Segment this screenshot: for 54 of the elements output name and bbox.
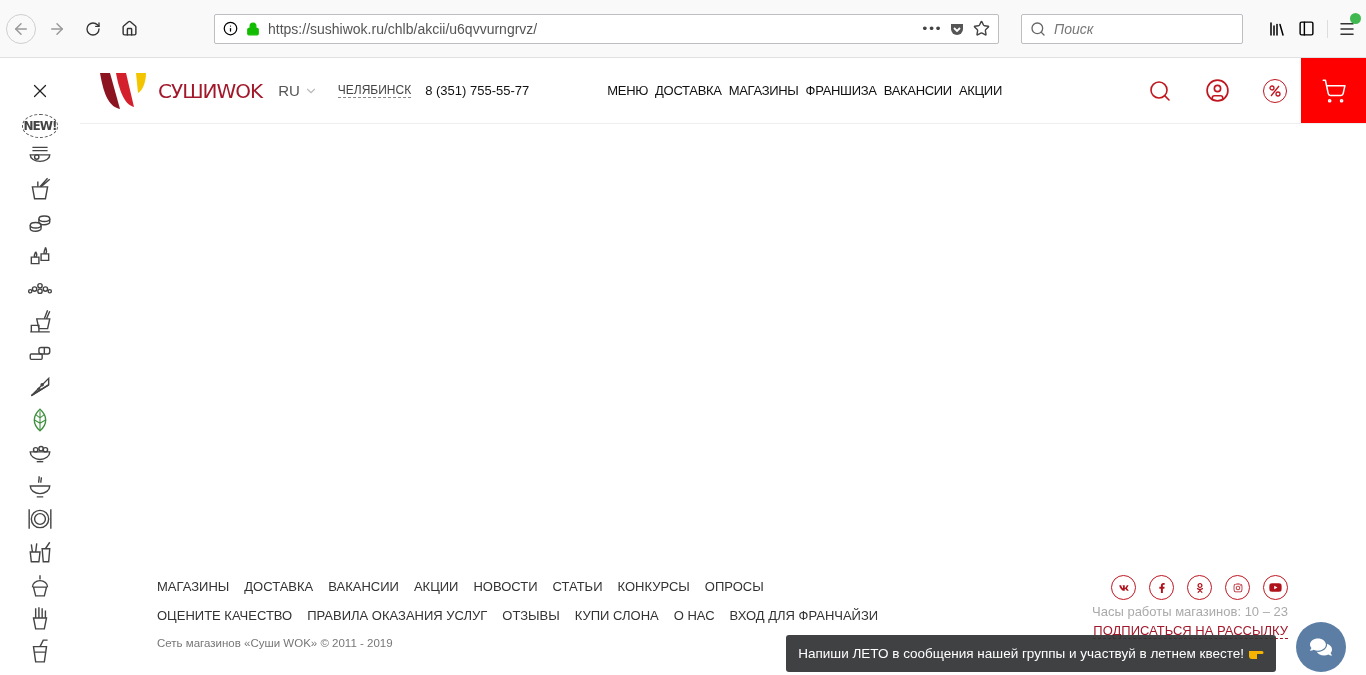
cart-icon[interactable] xyxy=(1320,77,1347,104)
footer-link[interactable]: О НАС xyxy=(673,608,715,623)
address-bar[interactable]: https://sushiwok.ru/chlb/akcii/u6qvvurngrvz/ ••• xyxy=(214,13,999,44)
footer-link[interactable]: АКЦИИ xyxy=(413,579,459,594)
facebook-icon[interactable] xyxy=(1156,582,1167,593)
footer-link[interactable]: НОВОСТИ xyxy=(473,579,538,594)
chat-button[interactable] xyxy=(1296,622,1346,672)
plate-cutlery-icon[interactable] xyxy=(27,506,53,532)
reload-icon[interactable] xyxy=(85,20,101,37)
copyright-text: Сеть магазинов «Суши WOK» © 2011 - 2019 xyxy=(157,637,393,649)
youtube-icon[interactable] xyxy=(1269,581,1282,594)
sidebar-icon[interactable] xyxy=(1298,20,1315,37)
search-button[interactable] xyxy=(1148,78,1172,103)
update-badge xyxy=(1350,12,1361,24)
chat-icon[interactable] xyxy=(1310,636,1332,658)
nav-link[interactable]: ВАКАНСИИ xyxy=(883,83,952,98)
bookmark-star-icon[interactable] xyxy=(973,20,990,37)
wok-set-icon[interactable] xyxy=(27,308,53,334)
soup-bowl-icon[interactable] xyxy=(27,473,53,499)
library-icon[interactable] xyxy=(1268,19,1286,38)
footer-link[interactable]: ДОСТАВКА xyxy=(244,579,314,594)
footer-link[interactable]: ВАКАНСИИ xyxy=(328,579,399,594)
footer-link[interactable]: МАГАЗИНЫ xyxy=(157,579,230,594)
footer-link[interactable]: КУПИ СЛОНА xyxy=(574,608,659,623)
city-link[interactable]: ЧЕЛЯБИНСК xyxy=(337,83,412,98)
footer-link[interactable]: СТАТЬИ xyxy=(552,579,603,594)
instagram-icon[interactable] xyxy=(1232,582,1243,593)
percent-icon[interactable] xyxy=(1268,83,1282,98)
footer-link[interactable]: ОПРОСЫ xyxy=(704,579,764,594)
lock-icon xyxy=(246,21,260,36)
opening-hours: Часы работы магазинов: 10 – 23 xyxy=(1092,604,1288,619)
footer-link[interactable]: КОНКУРСЫ xyxy=(617,579,690,594)
footer-link[interactable]: ВХОД ДЛЯ ФРАНЧАЙЗИ xyxy=(729,608,879,623)
page-actions-button[interactable]: ••• xyxy=(921,21,941,36)
odnoklassniki-icon[interactable] xyxy=(1194,582,1205,593)
account-button[interactable] xyxy=(1205,78,1230,103)
phone-number: 8 (351) 755-55-77 xyxy=(425,83,530,98)
tooltip-text: Напиши ЛЕТО в сообщения нашей группы и участвуй в летнем квесте! xyxy=(798,646,1244,661)
language-selector[interactable]: RU xyxy=(278,82,318,99)
search-field[interactable]: Поиск xyxy=(1021,13,1243,44)
footer-link[interactable]: ПРАВИЛА ОКАЗАНИЯ УСЛУГ xyxy=(307,608,488,623)
info-icon[interactable] xyxy=(223,21,238,36)
home-icon[interactable] xyxy=(120,20,138,37)
vk-icon[interactable] xyxy=(1118,582,1129,593)
nav-link[interactable]: МЕНЮ xyxy=(607,83,649,98)
nav-link[interactable]: АКЦИИ xyxy=(958,83,1002,98)
footer-link[interactable]: ОЦЕНИТЕ КАЧЕСТВО xyxy=(157,608,293,623)
footer-link[interactable]: ОТЗЫВЫ xyxy=(502,608,560,623)
nav-link[interactable]: ДОСТАВКА xyxy=(655,83,722,98)
combo-meal-icon[interactable] xyxy=(27,539,53,565)
search-icon xyxy=(1030,20,1046,37)
nav-link[interactable]: МАГАЗИНЫ xyxy=(728,83,799,98)
logo-text[interactable]: СУШИWOK xyxy=(158,78,263,103)
nav-link[interactable]: ФРАНШИЗА xyxy=(805,83,877,98)
